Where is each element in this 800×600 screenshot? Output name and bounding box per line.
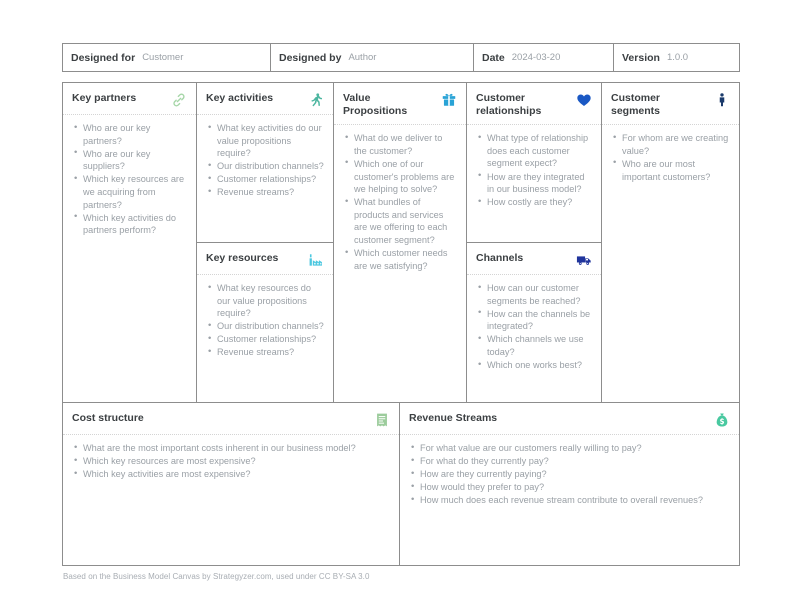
header-value-designed-by: Author xyxy=(348,52,377,63)
header-field-version[interactable]: Version 1.0.0 xyxy=(614,44,739,71)
block-points-channels: How can our customer segments be reached… xyxy=(467,275,601,379)
link-chain-icon xyxy=(171,92,187,108)
business-model-canvas-page: Designed for Customer Designed by Author… xyxy=(0,0,800,600)
factory-icon xyxy=(308,252,324,268)
block-cost-structure[interactable]: Cost structure What are the most importa… xyxy=(63,403,400,565)
header-field-date[interactable]: Date 2024-03-20 xyxy=(474,44,614,71)
gift-icon xyxy=(441,92,457,108)
list-item: For what value are our customers really … xyxy=(411,442,730,455)
list-item: Which key resources are most expensive? xyxy=(74,455,390,468)
list-item: What type of relationship does each cust… xyxy=(478,132,592,170)
list-item: Our distribution channels? xyxy=(208,160,324,173)
header-value-version: 1.0.0 xyxy=(666,52,689,63)
list-item: How costly are they? xyxy=(478,196,592,209)
canvas-header-row: Designed for Customer Designed by Author… xyxy=(62,43,740,72)
list-item: Who are our key partners? xyxy=(74,121,187,147)
list-item: What do we deliver to the customer? xyxy=(345,132,457,157)
block-key-activities[interactable]: Key activities What key activities do ou… xyxy=(197,83,334,243)
list-item: Which channels we use today? xyxy=(478,333,592,358)
block-points-customer-segments: For whom are we creating value? Who are … xyxy=(602,125,739,190)
list-item: Revenue streams? xyxy=(208,186,324,199)
block-header-channels: Channels xyxy=(467,243,601,275)
list-item: Which key activities are most expensive? xyxy=(74,468,390,481)
block-value-propositions[interactable]: Value Propositions What do we deliver to… xyxy=(334,83,467,403)
list-item: What are the most important costs inhere… xyxy=(74,442,390,455)
header-label-version: Version xyxy=(622,51,660,64)
block-title-revenue-streams: Revenue Streams xyxy=(409,412,498,424)
list-item: Revenue streams? xyxy=(208,346,324,359)
block-points-key-activities: What key activities do our value proposi… xyxy=(197,115,333,207)
attribution-note: Based on the Business Model Canvas by St… xyxy=(63,572,370,581)
header-label-date: Date xyxy=(482,51,505,64)
block-points-cost-structure: What are the most important costs inhere… xyxy=(63,435,399,488)
block-header-key-activities: Key activities xyxy=(197,83,333,115)
list-item: Which key resources are we acquiring fro… xyxy=(74,173,187,211)
list-item: Which one of our customer's problems are… xyxy=(345,157,457,196)
block-title-key-resources: Key resources xyxy=(206,252,279,264)
block-revenue-streams[interactable]: Revenue Streams For what value are our c… xyxy=(400,403,739,565)
list-item: For what do they currently pay? xyxy=(411,455,730,468)
delivery-truck-icon xyxy=(576,252,592,268)
list-item: How would they prefer to pay? xyxy=(411,481,730,494)
block-customer-segments[interactable]: Customer segments For whom are we creati… xyxy=(602,83,739,403)
block-header-value-propositions: Value Propositions xyxy=(334,83,466,126)
block-points-key-partners: Who are our key partners? Who are our ke… xyxy=(63,115,196,244)
block-channels[interactable]: Channels How can our customer segments b… xyxy=(467,243,602,403)
block-header-revenue-streams: Revenue Streams xyxy=(400,403,739,435)
list-item: How much does each revenue stream contri… xyxy=(411,494,730,507)
list-item: What key resources do our value proposit… xyxy=(208,282,324,320)
block-points-revenue-streams: For what value are our customers really … xyxy=(400,435,739,514)
block-header-customer-segments: Customer segments xyxy=(602,83,739,126)
list-item: Who are our key suppliers? xyxy=(74,147,187,173)
block-title-key-activities: Key activities xyxy=(206,92,274,104)
block-title-channels: Channels xyxy=(476,252,524,264)
list-item: Customer relationships? xyxy=(208,173,324,186)
header-value-designed-for: Customer xyxy=(142,52,184,63)
person-icon xyxy=(714,92,730,108)
block-points-value-propositions: What do we deliver to the customer? Whic… xyxy=(334,125,466,280)
list-item: How can our customer segments be reached… xyxy=(478,281,592,307)
block-header-key-resources: Key resources xyxy=(197,243,333,275)
list-item: How can the channels be integrated? xyxy=(478,307,592,333)
list-item: Which customer needs are we satisfying? xyxy=(345,247,457,272)
block-header-customer-relationships: Customer relationships xyxy=(467,83,601,126)
block-title-customer-relationships: Customer relationships xyxy=(476,92,542,118)
block-points-customer-relationships: What type of relationship does each cust… xyxy=(467,125,601,216)
block-title-customer-segments: Customer segments xyxy=(611,92,661,118)
list-item: Which key activities do partners perform… xyxy=(74,211,187,237)
list-item: How are they integrated in our business … xyxy=(478,170,592,196)
list-item: What bundles of products and services ar… xyxy=(345,196,457,246)
list-item: How are they currently paying? xyxy=(411,468,730,481)
list-item: Who are our most important customers? xyxy=(613,157,730,183)
header-value-date: 2024-03-20 xyxy=(511,52,561,63)
heart-icon xyxy=(576,92,592,108)
list-item: Customer relationships? xyxy=(208,333,324,346)
header-field-designed-for[interactable]: Designed for Customer xyxy=(63,44,271,71)
canvas-grid: Key partners Who are our key partners? W… xyxy=(62,82,740,566)
list-item: Which one works best? xyxy=(478,359,592,372)
receipt-icon xyxy=(374,412,390,428)
block-header-cost-structure: Cost structure xyxy=(63,403,399,435)
block-customer-relationships[interactable]: Customer relationships What type of rela… xyxy=(467,83,602,243)
block-key-partners[interactable]: Key partners Who are our key partners? W… xyxy=(63,83,197,403)
list-item: Our distribution channels? xyxy=(208,320,324,333)
block-key-resources[interactable]: Key resources What key resources do our … xyxy=(197,243,334,403)
header-label-designed-by: Designed by xyxy=(279,51,342,64)
running-person-icon xyxy=(308,92,324,108)
list-item: For whom are we creating value? xyxy=(613,132,730,157)
list-item: What key activities do our value proposi… xyxy=(208,122,324,160)
block-header-key-partners: Key partners xyxy=(63,83,196,115)
header-field-designed-by[interactable]: Designed by Author xyxy=(271,44,474,71)
money-bag-icon xyxy=(714,412,730,428)
block-title-key-partners: Key partners xyxy=(72,92,137,104)
header-label-designed-for: Designed for xyxy=(71,51,136,64)
block-title-cost-structure: Cost structure xyxy=(72,412,144,424)
block-points-key-resources: What key resources do our value proposit… xyxy=(197,275,333,367)
block-title-value-propositions: Value Propositions xyxy=(343,92,408,118)
